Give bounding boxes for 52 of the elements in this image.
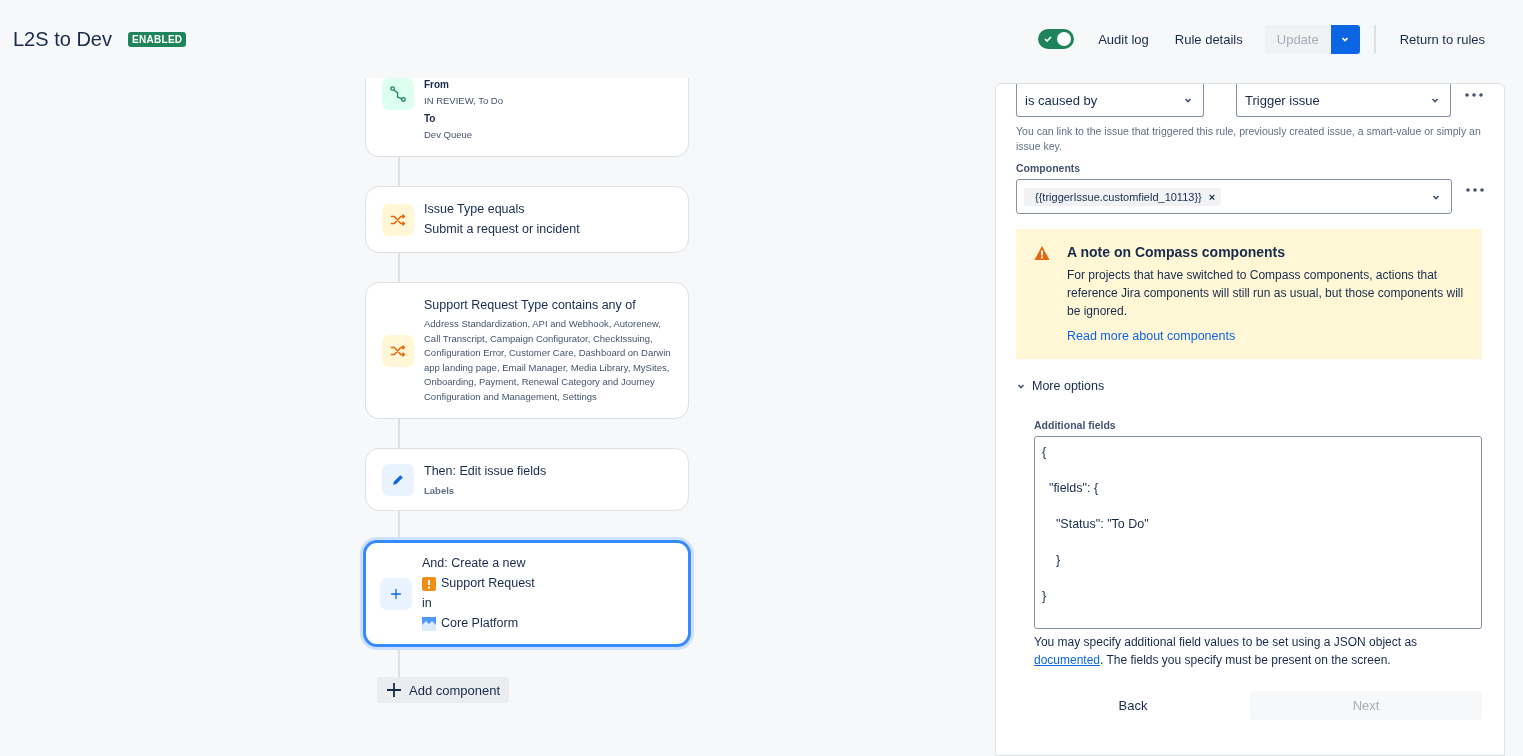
- components-select[interactable]: {{triggerIssue.customfield_10113}} ×: [1016, 179, 1452, 214]
- plus-icon: [389, 586, 403, 601]
- return-to-rules-button[interactable]: Return to rules: [1389, 24, 1495, 54]
- more-icon[interactable]: [1466, 188, 1484, 192]
- field-label: Additional fields: [1034, 419, 1117, 431]
- card-text: Core Platform: [441, 615, 519, 632]
- rule-title: L2S to Dev: [13, 27, 112, 51]
- project-icon: [422, 616, 436, 631]
- card-text: And: Create a new: [422, 555, 527, 572]
- field-label: Components: [1016, 162, 1082, 174]
- card-text: Issue Type equals: [424, 201, 526, 218]
- rule-component-card[interactable]: From IN REVIEW, To Do To Dev Queue: [365, 78, 689, 157]
- status-badge: ENABLED: [127, 31, 187, 47]
- add-component-button[interactable]: Add component: [377, 677, 510, 703]
- more-icon[interactable]: [1465, 93, 1483, 97]
- rule-component-card[interactable]: [365, 282, 689, 419]
- card-text: in: [422, 595, 433, 612]
- card-text: IN REVIEW, To Do: [424, 94, 503, 108]
- additional-fields-input[interactable]: { "fields": { "Status": "To Do" } }: [1034, 436, 1482, 629]
- more-options-toggle[interactable]: More options: [1016, 379, 1105, 393]
- rule-component-card[interactable]: Then: Edit issue fields Labels: [365, 448, 689, 511]
- warning-text: For projects that have switched to Compass components, actions that reference Jira components will still run as usual, but those components will be ignored.: [1067, 267, 1465, 320]
- card-text: Submit a request or incident: [424, 221, 580, 238]
- read-more-link[interactable]: Read more about components: [1067, 329, 1236, 343]
- card-text: Support Request Type contains any of: [424, 297, 637, 314]
- issue-type-icon: [422, 576, 436, 591]
- helper-text: You can link to the issue that triggered this rule, previously created issue, a smart-value or simply an issue key.: [1016, 124, 1482, 154]
- card-text: To: [424, 111, 437, 125]
- card-text: Labels: [424, 485, 456, 496]
- rule-component-card[interactable]: And: Create a new Support Request in Core Platform: [363, 540, 691, 647]
- rule-component-card[interactable]: Issue Type equals Submit a request or incident: [365, 186, 689, 253]
- card-text: From: [424, 78, 450, 91]
- warning-icon: [1034, 245, 1050, 261]
- documented-link[interactable]: documented: [1034, 653, 1101, 667]
- warning-title: A note on Compass components: [1067, 244, 1287, 260]
- card-text: Dev Queue: [424, 127, 474, 142]
- rule-details-button[interactable]: Rule details: [1164, 24, 1253, 54]
- card-text: Then: Edit issue fields: [424, 463, 547, 480]
- link-target-select[interactable]: Trigger issue: [1236, 84, 1451, 117]
- component-chip: {{triggerIssue.customfield_10113}} ×: [1024, 187, 1222, 206]
- update-dropdown-button[interactable]: [1330, 24, 1360, 54]
- back-button[interactable]: Back: [1034, 691, 1232, 720]
- remove-chip-button[interactable]: ×: [1208, 190, 1216, 203]
- check-icon: [1043, 34, 1054, 44]
- transition-icon: [389, 85, 407, 103]
- link-type-select[interactable]: is caused by: [1016, 84, 1204, 117]
- plus-icon: [386, 682, 402, 698]
- card-text: Support Request: [441, 575, 535, 592]
- audit-log-button[interactable]: Audit log: [1088, 24, 1159, 54]
- card-text: Address Standardization, API and Webhook, Autorenew, Call Transcript, Campaign Configurator, CheckIssuing, Configuration Error, Customer Care, Dashboard on Darwin app landing page, Email Manager, Media Library, MySites, Onboarding, Payment, Renewal Category and Journey Configuration and Management, Settings: [424, 317, 672, 404]
- rule-toggle[interactable]: [1038, 29, 1075, 49]
- helper-text: You may specify additional field values to be set using a JSON object as documented. The fields you specify must be present on the screen.: [1034, 634, 1419, 669]
